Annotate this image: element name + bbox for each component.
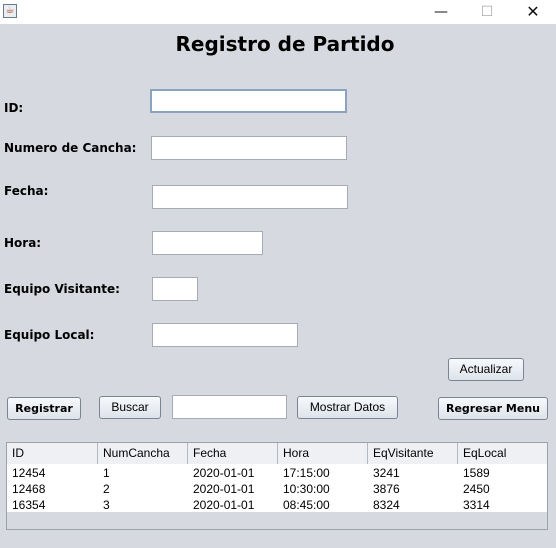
equipo-local-label: Equipo Local: <box>4 328 95 342</box>
mostrar-datos-button[interactable]: Mostrar Datos <box>297 396 398 419</box>
numero-cancha-label: Numero de Cancha: <box>4 141 137 155</box>
column-header-eqlocal[interactable]: EqLocal <box>458 443 547 464</box>
table-body: 12454 1 2020-01-01 17:15:00 3241 1589 12… <box>7 464 547 512</box>
registrar-button[interactable]: Registrar <box>7 397 81 420</box>
table-cell: 10:30:00 <box>283 482 330 496</box>
table-cell: 3241 <box>373 466 400 480</box>
close-button[interactable]: ✕ <box>510 0 556 24</box>
table-cell: 8324 <box>373 498 400 512</box>
table-cell: 16354 <box>12 498 46 512</box>
page-title: Registro de Partido <box>175 32 395 56</box>
table-cell: 3314 <box>463 498 490 512</box>
table-cell: 3876 <box>373 482 400 496</box>
column-header-id[interactable]: ID <box>7 443 98 464</box>
search-input[interactable] <box>172 395 287 419</box>
equipo-local-field[interactable] <box>152 323 298 347</box>
table-cell: 2450 <box>463 482 490 496</box>
column-header-hora[interactable]: Hora <box>278 443 368 464</box>
table-cell: 2020-01-01 <box>193 498 255 512</box>
title-bar: ☕ — ☐ ✕ <box>0 0 556 24</box>
table-cell: 1589 <box>463 466 490 480</box>
buscar-button[interactable]: Buscar <box>99 396 161 419</box>
column-header-numcancha[interactable]: NumCancha <box>98 443 188 464</box>
hora-field[interactable] <box>152 231 263 255</box>
id-field[interactable] <box>150 89 347 113</box>
maximize-button[interactable]: ☐ <box>464 0 510 24</box>
fecha-field[interactable] <box>152 185 348 209</box>
column-header-eqvisitante[interactable]: EqVisitante <box>368 443 458 464</box>
equipo-visitante-field[interactable] <box>152 277 198 301</box>
table-cell: 2020-01-01 <box>193 466 255 480</box>
table-cell: 17:15:00 <box>283 466 330 480</box>
table-cell: 12454 <box>12 466 46 480</box>
table-row[interactable]: 16354 3 2020-01-01 08:45:00 8324 3314 <box>7 497 547 513</box>
equipo-visitante-label: Equipo Visitante: <box>4 282 120 296</box>
table-cell: 2 <box>103 482 110 496</box>
table-row[interactable]: 12454 1 2020-01-01 17:15:00 3241 1589 <box>7 465 547 481</box>
regresar-menu-button[interactable]: Regresar Menu <box>438 397 548 420</box>
table-cell: 12468 <box>12 482 46 496</box>
numero-cancha-field[interactable] <box>151 136 347 160</box>
table-cell: 2020-01-01 <box>193 482 255 496</box>
table-cell: 08:45:00 <box>283 498 330 512</box>
table-row[interactable]: 12468 2 2020-01-01 10:30:00 3876 2450 <box>7 481 547 497</box>
table-cell: 1 <box>103 466 110 480</box>
table-cell: 3 <box>103 498 110 512</box>
fecha-label: Fecha: <box>4 184 49 198</box>
partidos-table[interactable]: ID NumCancha Fecha Hora EqVisitante EqLo… <box>6 442 548 530</box>
table-header: ID NumCancha Fecha Hora EqVisitante EqLo… <box>7 443 547 465</box>
minimize-button[interactable]: — <box>418 0 464 24</box>
java-cup-icon: ☕ <box>3 4 17 18</box>
column-header-fecha[interactable]: Fecha <box>188 443 278 464</box>
hora-label: Hora: <box>4 236 42 250</box>
actualizar-button[interactable]: Actualizar <box>448 358 524 381</box>
id-label: ID: <box>4 101 24 115</box>
